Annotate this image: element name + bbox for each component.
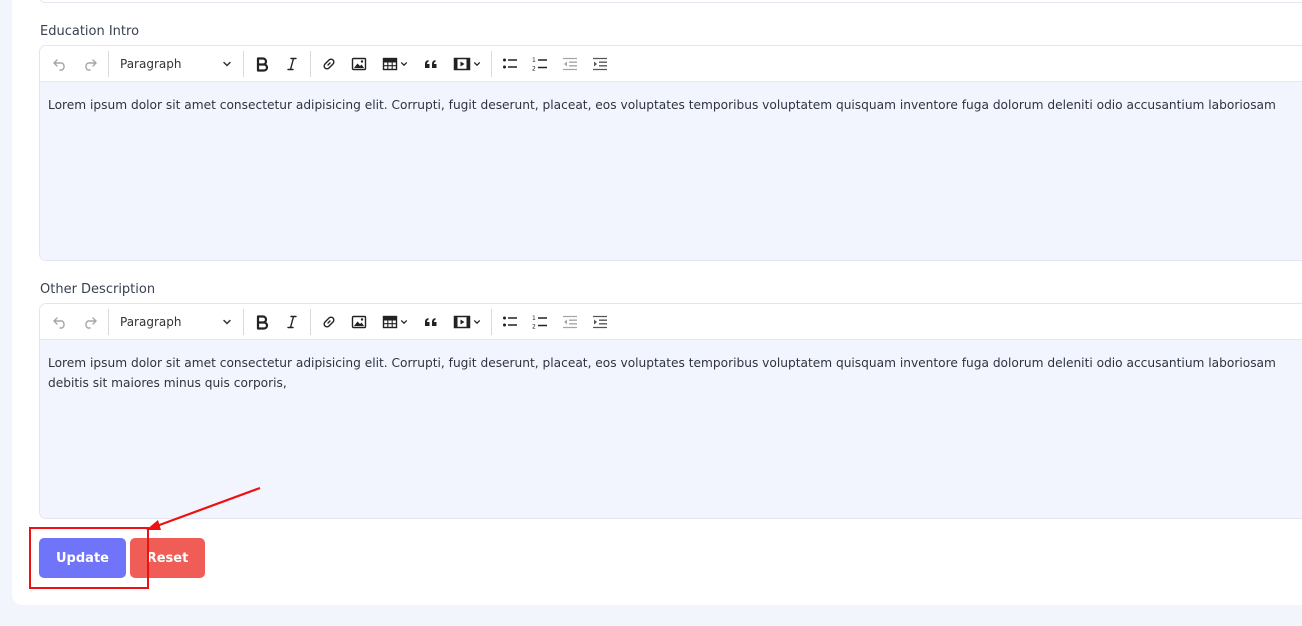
heading-dropdown[interactable]: Paragraph [112, 308, 240, 336]
redo-icon[interactable] [75, 50, 105, 78]
education-intro-editor: Paragraph 12 Lorem ipsum dolor sit amet … [39, 45, 1302, 261]
indent-icon[interactable] [585, 50, 615, 78]
bold-icon[interactable] [247, 308, 277, 336]
education-intro-content[interactable]: Lorem ipsum dolor sit amet consectetur a… [40, 82, 1302, 260]
table-icon[interactable] [374, 308, 416, 336]
toolbar-separator [108, 308, 109, 335]
svg-text:1: 1 [532, 57, 536, 64]
toolbar-separator [310, 308, 311, 335]
link-icon[interactable] [314, 308, 344, 336]
outdent-icon[interactable] [555, 50, 585, 78]
bulleted-list-icon[interactable] [495, 50, 525, 78]
other-description-label: Other Description [40, 282, 156, 297]
italic-icon[interactable] [277, 50, 307, 78]
toolbar-separator [243, 308, 244, 335]
numbered-list-icon[interactable]: 12 [525, 50, 555, 78]
undo-icon[interactable] [45, 308, 75, 336]
editor-toolbar: Paragraph 12 [40, 46, 1302, 82]
blockquote-icon[interactable] [416, 50, 446, 78]
toolbar-separator [310, 50, 311, 77]
chevron-down-icon [223, 61, 231, 67]
indent-icon[interactable] [585, 308, 615, 336]
outdent-icon[interactable] [555, 308, 585, 336]
link-icon[interactable] [314, 50, 344, 78]
media-embed-icon[interactable] [446, 308, 488, 336]
italic-icon[interactable] [277, 308, 307, 336]
toolbar-separator [491, 50, 492, 77]
education-intro-label: Education Intro [40, 24, 140, 39]
bulleted-list-icon[interactable] [495, 308, 525, 336]
content-line: debitis sit maiores minus quis corporis, [48, 376, 287, 390]
editor-toolbar: Paragraph 12 [40, 304, 1302, 340]
redo-icon[interactable] [75, 308, 105, 336]
toolbar-separator [108, 50, 109, 77]
bold-icon[interactable] [247, 50, 277, 78]
svg-text:2: 2 [532, 65, 536, 72]
numbered-list-icon[interactable]: 12 [525, 308, 555, 336]
previous-field-bottom[interactable] [39, 0, 1302, 3]
chevron-down-icon [223, 319, 231, 325]
toolbar-separator [491, 308, 492, 335]
image-icon[interactable] [344, 308, 374, 336]
svg-text:1: 1 [532, 315, 536, 322]
image-icon[interactable] [344, 50, 374, 78]
content-line: Lorem ipsum dolor sit amet consectetur a… [48, 98, 1276, 112]
undo-icon[interactable] [45, 50, 75, 78]
table-icon[interactable] [374, 50, 416, 78]
heading-dropdown-value: Paragraph [120, 56, 182, 71]
heading-dropdown-value: Paragraph [120, 314, 182, 329]
media-embed-icon[interactable] [446, 50, 488, 78]
annotation-highlight-box [29, 527, 149, 589]
toolbar-separator [243, 50, 244, 77]
heading-dropdown[interactable]: Paragraph [112, 50, 240, 78]
svg-text:2: 2 [532, 323, 536, 330]
other-description-content[interactable]: Lorem ipsum dolor sit amet consectetur a… [40, 340, 1302, 518]
blockquote-icon[interactable] [416, 308, 446, 336]
content-line: Lorem ipsum dolor sit amet consectetur a… [48, 356, 1276, 370]
other-description-editor: Paragraph 12 Lorem ipsum dolor sit amet … [39, 303, 1302, 519]
